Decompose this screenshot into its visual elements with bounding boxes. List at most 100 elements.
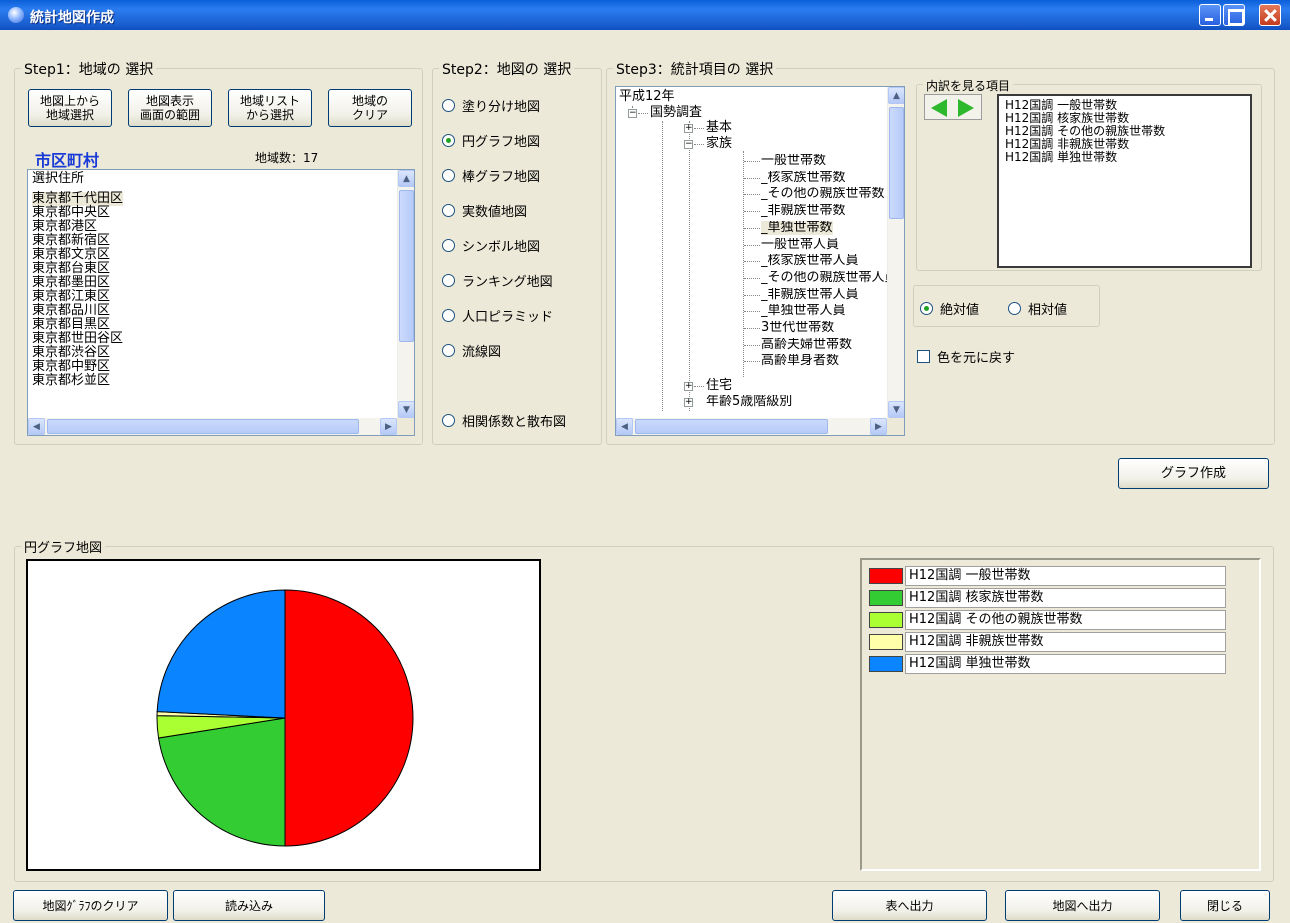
tree-family-item[interactable]: _単独世帯数 — [761, 220, 833, 235]
close-window-button[interactable] — [1259, 4, 1281, 26]
close-button[interactable]: 閉じる — [1180, 890, 1270, 921]
legend-item[interactable]: H12国調 その他の親族世帯数 — [869, 610, 1226, 630]
tree-family-item[interactable]: _単独世帯人員 — [761, 304, 846, 318]
arrow-left-icon[interactable] — [931, 99, 947, 117]
select-from-list-button[interactable]: 地域リスト から選択 — [228, 89, 312, 127]
region-list-item[interactable]: 東京都千代田区 — [32, 192, 124, 206]
tree-family-item[interactable]: 一般世帯人員 — [761, 238, 839, 252]
expand-icon[interactable]: + — [684, 382, 693, 391]
region-count: 地域数：17 — [255, 151, 319, 165]
scroll-thumb[interactable] — [399, 190, 414, 342]
scroll-left-icon[interactable]: ◀ — [28, 418, 45, 435]
tree-family-item[interactable]: _核家族世帯人員 — [761, 254, 859, 268]
minimize-button[interactable] — [1199, 4, 1221, 26]
scroll-thumb-h[interactable] — [635, 419, 828, 434]
region-list-hscroll[interactable]: ◀ ▶ — [28, 418, 397, 435]
legend-item[interactable]: H12国調 単独世帯数 — [869, 654, 1226, 674]
expand-icon[interactable]: + — [684, 124, 693, 133]
legend-item[interactable]: H12国調 一般世帯数 — [869, 566, 1226, 586]
legend-swatch[interactable] — [869, 656, 903, 672]
collapse-icon[interactable]: − — [684, 140, 693, 149]
export-map-button[interactable]: 地図へ出力 — [1005, 890, 1160, 921]
map-type-radio[interactable]: シンボル地図 — [442, 236, 540, 255]
map-type-radio[interactable]: ランキング地図 — [442, 271, 553, 290]
legend-swatch[interactable] — [869, 568, 903, 584]
tree-family[interactable]: 家族 — [706, 137, 732, 151]
region-list-item[interactable]: 東京都世田谷区 — [32, 332, 123, 346]
legend-label: H12国調 その他の親族世帯数 — [905, 610, 1226, 630]
map-type-radio[interactable]: 流線図 — [442, 341, 501, 360]
region-list-item[interactable]: 東京都台東区 — [32, 262, 123, 276]
load-button[interactable]: 読み込み — [173, 890, 325, 921]
relative-radio[interactable]: 相対値 — [1008, 299, 1067, 318]
tree-housing[interactable]: 住宅 — [706, 379, 732, 393]
map-type-radio[interactable]: 塗り分け地図 — [442, 96, 540, 115]
scroll-right-icon[interactable]: ▶ — [870, 418, 887, 435]
map-type-radio[interactable]: 棒グラフ地図 — [442, 166, 540, 185]
clear-map-graph-button[interactable]: 地図ｸﾞﾗﾌのクリア — [13, 890, 168, 921]
tree-root[interactable]: 平成12年 — [619, 90, 675, 104]
scroll-down-icon[interactable]: ▼ — [398, 401, 414, 418]
scroll-down-icon[interactable]: ▼ — [888, 401, 904, 418]
tree-basic[interactable]: 基本 — [706, 121, 732, 135]
clear-regions-button[interactable]: 地域の クリア — [328, 89, 412, 127]
map-type-radio[interactable]: 実数値地図 — [442, 201, 527, 220]
legend-item[interactable]: H12国調 非親族世帯数 — [869, 632, 1226, 652]
region-list-item[interactable]: 東京都杉並区 — [32, 374, 123, 388]
selected-region-list[interactable]: 選択住所 東京都千代田区 東京都中央区 東京都港区 東京都新宿区 東京都文京区 東京都台東… — [27, 169, 415, 436]
collapse-icon[interactable]: − — [628, 109, 637, 118]
map-type-radio[interactable]: 人口ピラミッド — [442, 306, 553, 325]
tree-survey[interactable]: 国勢調査 — [650, 106, 702, 120]
scroll-up-icon[interactable]: ▲ — [398, 170, 414, 187]
expand-icon[interactable]: + — [684, 398, 693, 407]
title-bar[interactable]: 統計地図作成 — [0, 0, 1290, 30]
region-list-item[interactable]: 東京都中央区 — [32, 206, 123, 220]
region-list-item[interactable]: 東京都渋谷区 — [32, 346, 123, 360]
breakdown-item[interactable]: H12国調 単独世帯数 — [1005, 151, 1165, 164]
scroll-left-icon[interactable]: ◀ — [616, 418, 633, 435]
tree-family-item[interactable]: 高齢夫婦世帯数 — [761, 338, 852, 352]
scroll-up-icon[interactable]: ▲ — [888, 87, 904, 104]
tree-family-item[interactable]: 3世代世帯数 — [761, 321, 834, 335]
tree-family-item[interactable]: _核家族世帯数 — [761, 171, 846, 185]
legend-item[interactable]: H12国調 核家族世帯数 — [869, 588, 1226, 608]
tree-family-item[interactable]: 高齢単身者数 — [761, 354, 839, 368]
scroll-right-icon[interactable]: ▶ — [380, 418, 397, 435]
scroll-thumb-h[interactable] — [47, 419, 359, 434]
tree-family-item[interactable]: _非親族世帯人員 — [761, 288, 859, 302]
region-list-item[interactable]: 東京都中野区 — [32, 360, 123, 374]
absolute-radio[interactable]: 絶対値 — [920, 299, 979, 318]
scroll-thumb[interactable] — [889, 107, 904, 219]
tree-vscroll[interactable]: ▲ ▼ — [887, 87, 904, 418]
reset-color-checkbox[interactable]: 色を元に戻す — [917, 347, 1015, 366]
export-table-button[interactable]: 表へ出力 — [832, 890, 987, 921]
region-list-item[interactable]: 東京都墨田区 — [32, 276, 123, 290]
region-list-vscroll[interactable]: ▲ ▼ — [397, 170, 414, 418]
create-graph-button[interactable]: グラフ作成 — [1118, 458, 1269, 489]
maximize-button[interactable] — [1223, 4, 1245, 26]
region-list-item[interactable]: 東京都新宿区 — [32, 234, 123, 248]
region-list-item[interactable]: 東京都港区 — [32, 220, 123, 234]
breakdown-list[interactable]: H12国調 一般世帯数 H12国調 核家族世帯数 H12国調 その他の親族世帯数 H1… — [997, 94, 1252, 268]
tree-family-item[interactable]: _非親族世帯数 — [761, 204, 846, 218]
map-view-range-button[interactable]: 地図表示 画面の範囲 — [128, 89, 212, 127]
tree-family-item[interactable]: 一般世帯数 — [761, 154, 826, 168]
arrow-right-icon[interactable] — [958, 99, 974, 117]
select-on-map-button[interactable]: 地図上から 地域選択 — [28, 89, 112, 127]
pie-chart-area — [26, 559, 541, 871]
map-type-radio[interactable]: 相関係数と散布図 — [442, 411, 566, 430]
tree-hscroll[interactable]: ◀ ▶ — [616, 418, 887, 435]
legend-swatch[interactable] — [869, 612, 903, 628]
stat-item-tree[interactable]: 平成12年 − 国勢調査 + 基本 − 家族 一般世帯数 _核家族世帯数 _その他の… — [615, 86, 905, 436]
region-list-item[interactable]: 東京都江東区 — [32, 290, 123, 304]
legend-swatch[interactable] — [869, 590, 903, 606]
legend-swatch[interactable] — [869, 634, 903, 650]
region-list-item[interactable]: 東京都文京区 — [32, 248, 123, 262]
region-list-item[interactable]: 東京都目黒区 — [32, 318, 123, 332]
map-type-radio[interactable]: 円グラフ地図 — [442, 131, 540, 150]
tree-family-item[interactable]: _その他の親族世帯数 — [761, 187, 885, 201]
region-list-item[interactable]: 東京都品川区 — [32, 304, 123, 318]
tree-age[interactable]: 年齢5歳階級別 — [706, 395, 792, 407]
step1-label: Step1：地域の 選択 — [21, 59, 157, 79]
tree-family-item[interactable]: _その他の親族世帯人員 — [761, 271, 889, 285]
